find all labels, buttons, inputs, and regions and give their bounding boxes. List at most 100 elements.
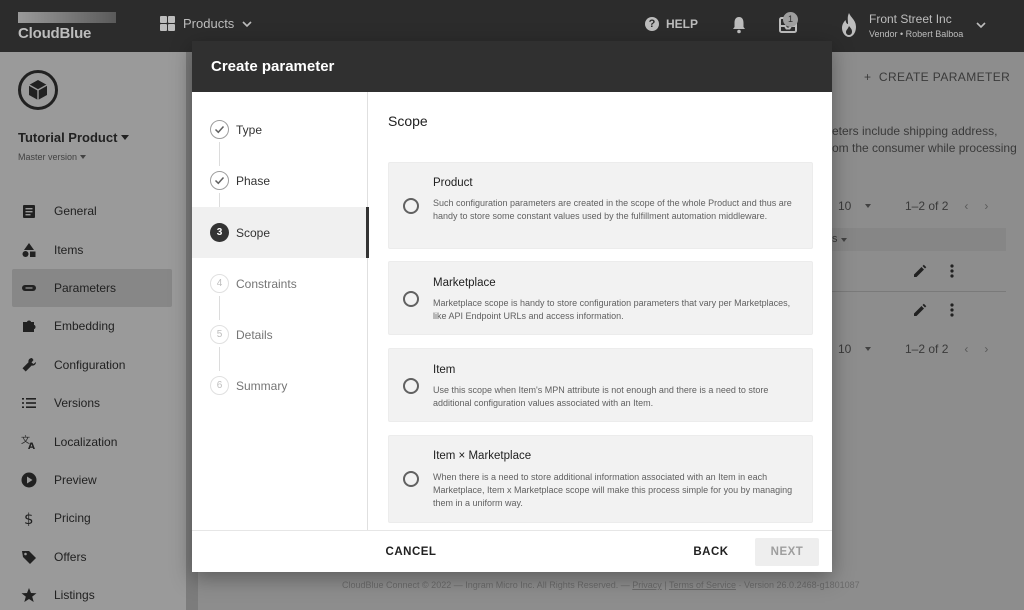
chevron-left-icon[interactable]: ‹ — [964, 342, 968, 356]
option-description: Such configuration parameters are create… — [433, 198, 792, 221]
sidebar-menu: General Items Parameters Embedding Confi… — [12, 192, 172, 610]
content-title: Scope — [388, 113, 428, 129]
scope-option-product[interactable]: Product Such configuration parameters ar… — [388, 162, 813, 249]
rows-per-page-select[interactable]: 10 — [838, 199, 886, 213]
next-button[interactable]: NEXT — [755, 538, 819, 566]
terms-link[interactable]: Terms of Service — [669, 580, 736, 590]
chevron-right-icon[interactable]: › — [984, 342, 988, 356]
sidebar-item-label: Embedding — [54, 319, 115, 334]
back-label: BACK — [693, 546, 729, 558]
option-title: Item × Marketplace — [433, 450, 532, 462]
sidebar-item-label: Listings — [54, 588, 95, 603]
radio-button[interactable] — [403, 471, 419, 487]
check-icon — [210, 120, 229, 139]
chevron-down-icon — [242, 20, 252, 27]
translate-icon: 文A — [20, 433, 38, 451]
sidebar-item-label: Versions — [54, 396, 101, 411]
step-label: Scope — [236, 225, 271, 240]
sidebar-item-pricing[interactable]: $ Pricing — [12, 499, 172, 537]
account-name: Front Street Inc — [869, 12, 952, 26]
star-icon — [20, 586, 38, 604]
account-role: Vendor • Robert Balboa — [869, 29, 964, 39]
play-icon — [20, 471, 38, 489]
caret-down-icon — [840, 238, 847, 242]
more-vert-icon[interactable] — [950, 302, 954, 318]
dollar-icon: $ — [20, 509, 38, 527]
cancel-label: CANCEL — [385, 546, 437, 558]
step-scope[interactable]: 3 Scope — [192, 207, 369, 258]
create-parameter-label: CREATE PARAMETER — [878, 70, 1011, 84]
sidebar-item-localization[interactable]: 文A Localization — [12, 422, 172, 460]
option-description: Use this scope when Item's MPN attribute… — [433, 385, 769, 408]
step-summary: 6 Summary — [192, 360, 368, 411]
sidebar-item-offers[interactable]: Offers — [12, 538, 172, 576]
scope-option-item[interactable]: Item Use this scope when Item's MPN attr… — [388, 348, 813, 422]
page-range: 1–2 of 2 — [905, 342, 949, 356]
radio-button[interactable] — [403, 378, 419, 394]
option-title: Item — [433, 364, 456, 376]
help-button[interactable]: ? HELP — [645, 17, 698, 31]
sidebar-item-parameters[interactable]: Parameters — [12, 268, 172, 308]
more-vert-icon[interactable] — [950, 263, 954, 279]
chevron-down-icon[interactable] — [976, 20, 986, 30]
sidebar-item-configuration[interactable]: Configuration — [12, 346, 172, 384]
shapes-icon — [20, 241, 38, 259]
cancel-button[interactable]: CANCEL — [386, 538, 436, 566]
puzzle-icon — [20, 317, 38, 335]
caret-down-icon — [121, 135, 130, 140]
column-header[interactable]: s — [832, 233, 847, 245]
clipboard-icon — [20, 202, 38, 220]
back-button[interactable]: BACK — [686, 538, 736, 566]
step-label: Constraints — [236, 276, 297, 291]
chevron-left-icon[interactable]: ‹ — [964, 199, 968, 213]
option-description: Marketplace scope is handy to store conf… — [433, 298, 791, 321]
product-sidebar: Tutorial Product Master version General … — [0, 52, 186, 610]
edit-pencil-icon[interactable] — [912, 263, 928, 279]
radio-button[interactable] — [403, 198, 419, 214]
radio-button[interactable] — [403, 291, 419, 307]
caret-down-icon — [865, 347, 872, 351]
sidebar-item-preview[interactable]: Preview — [12, 461, 172, 499]
sidebar-item-versions[interactable]: Versions — [12, 384, 172, 422]
privacy-link[interactable]: Privacy — [632, 580, 662, 590]
list-icon — [20, 394, 38, 412]
scope-option-item-marketplace[interactable]: Item × Marketplace When there is a need … — [388, 435, 813, 523]
product-selector[interactable]: Tutorial Product — [18, 130, 130, 145]
table-row-divider — [832, 291, 1006, 292]
chevron-right-icon[interactable]: › — [984, 199, 988, 213]
dialog-title: Create parameter — [192, 41, 832, 92]
account-flame-icon — [842, 13, 856, 37]
scope-step-content: Scope Product Such configuration paramet… — [369, 92, 832, 530]
products-nav-menu[interactable]: Products — [160, 16, 252, 31]
description-line: eters include shipping address, — [832, 124, 998, 138]
table-row-actions — [912, 302, 954, 318]
product-logo-icon — [18, 70, 58, 110]
sidebar-item-label: General — [54, 204, 97, 219]
account-switcher[interactable]: Front Street Inc Vendor • Robert Balboa — [869, 12, 963, 39]
description-line: om the consumer while processing — [832, 141, 1017, 155]
cloudblue-logo[interactable]: CloudBlue — [18, 12, 116, 42]
sidebar-item-label: Parameters — [54, 280, 117, 295]
step-label: Summary — [236, 378, 288, 393]
caret-down-icon — [865, 204, 872, 208]
sidebar-item-label: Pricing — [54, 511, 91, 526]
sidebar-item-general[interactable]: General — [12, 192, 172, 230]
create-parameter-button[interactable]: + CREATE PARAMETER — [864, 70, 1010, 84]
column-header-label: s — [832, 233, 838, 245]
notifications-bell-icon[interactable] — [731, 15, 747, 35]
rows-per-page-select[interactable]: 10 — [838, 342, 886, 356]
logo-mark — [18, 12, 116, 23]
help-icon: ? — [645, 17, 659, 31]
parameters-description: eters include shipping address, om the c… — [832, 123, 1017, 157]
scope-option-marketplace[interactable]: Marketplace Marketplace scope is handy t… — [388, 261, 813, 335]
option-title: Product — [433, 177, 473, 189]
step-label: Details — [236, 327, 273, 342]
sidebar-item-listings[interactable]: Listings — [12, 576, 172, 610]
sidebar-item-items[interactable]: Items — [12, 230, 172, 268]
help-label: HELP — [666, 17, 699, 31]
wizard-stepper: Type Phase 3 Scope 4 Constraints 5 Detai… — [192, 92, 369, 530]
edit-pencil-icon[interactable] — [912, 302, 928, 318]
next-label: NEXT — [770, 546, 804, 558]
sidebar-item-embedding[interactable]: Embedding — [12, 307, 172, 345]
version-selector[interactable]: Master version — [18, 152, 87, 162]
